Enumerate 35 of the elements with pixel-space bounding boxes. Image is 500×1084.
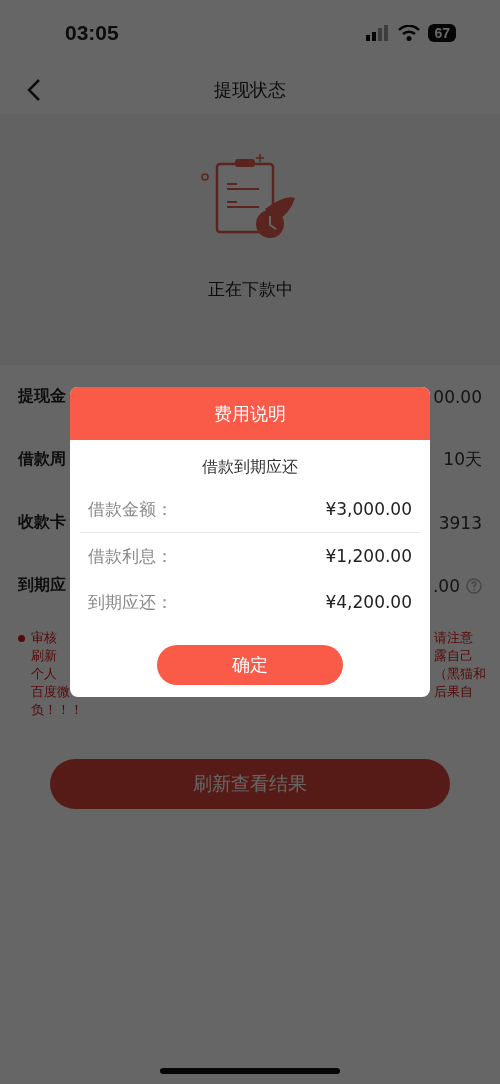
signal-icon: [366, 25, 391, 41]
row-label: 到期应: [18, 575, 66, 596]
warning-text: （黑猫和: [434, 665, 486, 683]
page-title: 提现状态: [214, 78, 286, 102]
confirm-button[interactable]: 确定: [157, 645, 343, 685]
row-value: .00: [432, 575, 460, 596]
warning-text: 审核: [31, 629, 58, 647]
battery-icon: 67: [428, 24, 456, 42]
row-value: 3913: [438, 512, 482, 533]
dialog-title: 费用说明: [70, 387, 430, 440]
back-icon[interactable]: [26, 78, 42, 102]
warning-text: 刷新: [31, 647, 58, 665]
fee-label: 借款利息：: [88, 544, 173, 568]
warning-text: 请注意: [434, 629, 474, 647]
wifi-icon: [398, 25, 421, 41]
row-value: 10天: [443, 448, 482, 471]
row-value: 00.00: [433, 386, 482, 407]
dialog-subtitle: 借款到期应还: [202, 457, 298, 478]
fee-value: ¥3,000.00: [325, 499, 412, 519]
fee-label: 到期应还：: [88, 590, 173, 614]
fee-label: 借款金额：: [88, 497, 173, 521]
warning-text: 个人: [31, 665, 58, 683]
fee-value: ¥4,200.00: [325, 592, 412, 612]
refresh-button[interactable]: 刷新查看结果: [50, 759, 450, 809]
status-time: 03:05: [65, 21, 119, 45]
bullet-icon: [18, 635, 25, 642]
row-label: 收款卡: [18, 512, 66, 533]
row-label: 提现金: [18, 386, 66, 407]
warning-text: 露自己: [434, 647, 474, 665]
row-label: 借款周: [18, 449, 66, 470]
warning-text: 百度微: [31, 683, 71, 701]
fee-value: ¥1,200.00: [325, 546, 412, 566]
warning-text: 后果自: [434, 683, 474, 701]
warning-text: 负！！！: [31, 701, 83, 719]
status-text: 正在下款中: [207, 278, 293, 301]
